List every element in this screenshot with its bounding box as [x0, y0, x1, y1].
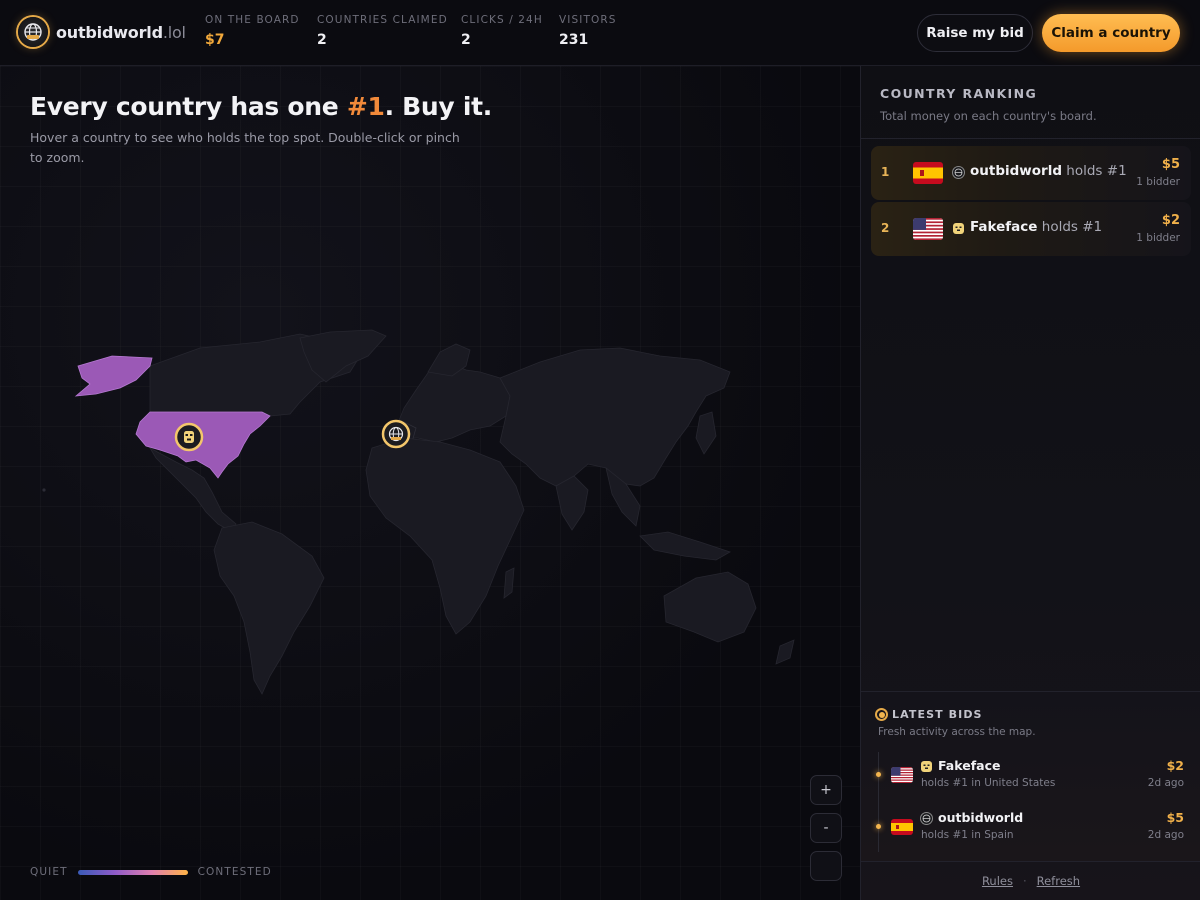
- rank-number: 2: [881, 221, 890, 235]
- refresh-link[interactable]: Refresh: [1037, 874, 1080, 888]
- stat-value: $7: [205, 32, 225, 48]
- bid-description: holds #1 in Spain: [921, 829, 1014, 841]
- holds-label: holds #1: [1062, 163, 1127, 179]
- live-pulse-icon: [875, 708, 888, 721]
- stat-value: 231: [559, 32, 589, 48]
- bidder-name: Fakeface: [938, 758, 1001, 773]
- land-japan[interactable]: [695, 411, 717, 455]
- latest-bids: LATEST BIDS Fresh activity across the ma…: [861, 691, 1200, 861]
- page-subtitle: Hover a country to see who holds the top…: [30, 130, 460, 165]
- zoom-reset-button[interactable]: [810, 851, 842, 881]
- land-united-states[interactable]: [135, 411, 271, 479]
- ranking-header: COUNTRY RANKING Total money on each coun…: [861, 66, 1200, 139]
- holds-label: holds #1: [1037, 219, 1103, 235]
- raise-bid-button[interactable]: Raise my bid: [917, 14, 1033, 52]
- mask-icon: [921, 761, 932, 772]
- title-post: . Buy it.: [384, 92, 493, 121]
- spain-flag: [913, 162, 943, 184]
- claim-country-button[interactable]: Claim a country: [1042, 14, 1180, 52]
- legend-high-label: CONTESTED: [197, 866, 272, 878]
- stat-label: ON THE BOARD: [205, 14, 300, 26]
- stat-label: COUNTRIES CLAIMED: [317, 14, 448, 26]
- stat-value: 2: [317, 32, 327, 48]
- world-map-area[interactable]: Every country has one #1. Buy it. Hover …: [0, 66, 860, 900]
- stat-label: VISITORS: [559, 14, 617, 26]
- page-title: Every country has one #1. Buy it.: [30, 92, 492, 121]
- brand-logo[interactable]: outbidworld.lol: [18, 17, 186, 47]
- land-new-zealand[interactable]: [775, 639, 795, 665]
- holder-name-text: Fakeface: [970, 219, 1038, 235]
- rank-amount: $5: [1161, 157, 1180, 172]
- bid-time: 2d ago: [1147, 829, 1184, 841]
- timeline-dot: [876, 824, 881, 829]
- legend-gradient: [77, 869, 188, 875]
- ranking-row[interactable]: 2 Fakeface holds #1 $2 1 bidder: [871, 202, 1191, 256]
- land-indonesia[interactable]: [639, 531, 731, 561]
- brand-tld: .lol: [162, 22, 186, 42]
- panel-footer: Rules · Refresh: [861, 861, 1200, 900]
- marker-spain[interactable]: [381, 419, 411, 449]
- stat-value: 2: [461, 32, 471, 48]
- land-india[interactable]: [555, 475, 589, 531]
- world-map[interactable]: [0, 66, 860, 900]
- rank-amount: $2: [1161, 213, 1180, 228]
- bid-item[interactable]: Fakeface holds #1 in United States $2 2d…: [861, 756, 1200, 796]
- latest-bids-title: LATEST BIDS: [892, 708, 983, 721]
- spain-flag: [891, 819, 913, 835]
- ranking-row[interactable]: 1 outbidworld holds #1 $5 1 bidder: [871, 146, 1191, 200]
- holder-name-text: outbidworld: [970, 163, 1062, 179]
- holder-name: outbidworld holds #1: [970, 163, 1127, 179]
- stat-visitors: VISITORS 231: [559, 14, 616, 48]
- stat-clicks: CLICKS / 24H 2: [461, 14, 543, 48]
- stat-on-the-board: ON THE BOARD $7: [205, 14, 300, 48]
- zoom-out-button[interactable]: -: [810, 813, 842, 843]
- rank-bidders: 1 bidder: [1136, 176, 1180, 188]
- land-madagascar[interactable]: [503, 567, 515, 599]
- legend-low-label: QUIET: [30, 866, 68, 878]
- bid-description: holds #1 in United States: [921, 777, 1056, 789]
- rules-link[interactable]: Rules: [982, 874, 1013, 888]
- bid-amount: $2: [1166, 758, 1184, 773]
- mask-icon: [184, 431, 194, 443]
- latest-bids-subtitle: Fresh activity across the map.: [878, 726, 1036, 738]
- land-asia[interactable]: [499, 347, 731, 487]
- ranking-title: COUNTRY RANKING: [880, 86, 1038, 101]
- footer-separator: ·: [1022, 874, 1027, 888]
- bid-time: 2d ago: [1147, 777, 1184, 789]
- bidder-name: outbidworld: [938, 810, 1024, 825]
- bid-amount: $5: [1166, 810, 1184, 825]
- brand-name: outbidworld.lol: [56, 23, 186, 42]
- land-africa[interactable]: [365, 437, 525, 635]
- zoom-in-button[interactable]: +: [810, 775, 842, 805]
- rank-bidders: 1 bidder: [1136, 232, 1180, 244]
- land-alaska[interactable]: [74, 355, 153, 397]
- land-south-america[interactable]: [213, 521, 325, 695]
- holder-name: Fakeface holds #1: [970, 219, 1102, 235]
- title-pre: Every country has one: [30, 92, 347, 121]
- brand-name-main: outbidworld: [56, 22, 163, 42]
- title-highlight: #1: [346, 92, 385, 121]
- stat-label: CLICKS / 24H: [461, 14, 543, 26]
- us-flag: [891, 767, 913, 783]
- stat-countries-claimed: COUNTRIES CLAIMED 2: [317, 14, 448, 48]
- globe-icon: [921, 813, 932, 824]
- mask-icon: [953, 223, 964, 234]
- us-flag: [913, 218, 943, 240]
- bid-item[interactable]: outbidworld holds #1 in Spain $5 2d ago: [861, 808, 1200, 848]
- marker-united-states[interactable]: [174, 422, 204, 452]
- globe-icon: [18, 17, 48, 47]
- land-hawaii[interactable]: [42, 488, 46, 492]
- heat-legend: QUIET CONTESTED: [30, 866, 272, 878]
- ranking-subtitle: Total money on each country's board.: [880, 109, 1097, 123]
- globe-icon: [953, 167, 964, 178]
- side-panel: COUNTRY RANKING Total money on each coun…: [860, 66, 1200, 900]
- rank-number: 1: [881, 165, 890, 179]
- land-australia[interactable]: [663, 571, 757, 643]
- timeline-dot: [876, 772, 881, 777]
- top-bar: outbidworld.lol ON THE BOARD $7 COUNTRIE…: [0, 0, 1200, 66]
